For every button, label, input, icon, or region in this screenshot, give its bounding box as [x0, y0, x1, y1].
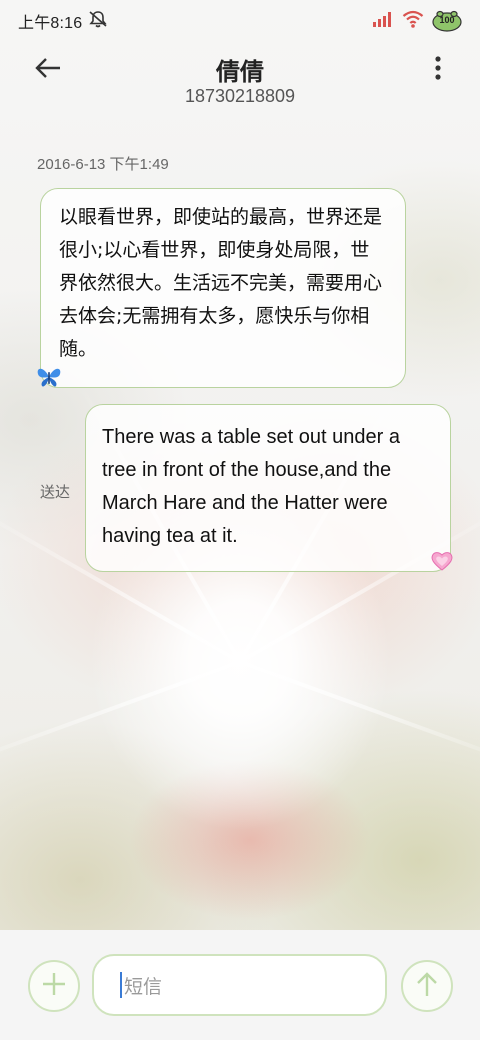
delivery-status: 送达 — [40, 483, 71, 501]
more-options-button[interactable] — [426, 54, 450, 86]
plus-icon — [41, 971, 67, 1001]
incoming-message-text: 以眼看世界，即使站的最高，世界还是很小;以心看世界，即使身处局限，世界依然很大。… — [59, 206, 383, 360]
more-vertical-icon — [434, 56, 442, 84]
conversation-header: 倩倩 18730218809 — [0, 42, 480, 122]
butterfly-icon — [36, 366, 62, 388]
light-ray — [0, 660, 241, 774]
contact-phone-number: 18730218809 — [184, 86, 296, 106]
outgoing-message-text: There was a table set out under a tree i… — [102, 426, 400, 547]
signal-icon — [372, 11, 394, 31]
contact-name: 倩倩 — [216, 58, 264, 86]
sms-input-placeholder: 短信 — [124, 975, 163, 998]
status-bar: 上午8:16 100 — [0, 0, 480, 42]
incoming-message-bubble[interactable]: 以眼看世界，即使站的最高，世界还是很小;以心看世界，即使身处局限，世界依然很大。… — [40, 188, 406, 388]
mute-icon — [88, 10, 108, 32]
battery-icon: 100 — [432, 10, 462, 32]
arrow-up-icon — [414, 970, 440, 1002]
light-ray — [239, 660, 480, 774]
wifi-icon — [402, 10, 424, 32]
battery-level: 100 — [439, 15, 455, 25]
status-time: 上午8:16 — [18, 15, 83, 32]
outgoing-message-bubble[interactable]: There was a table set out under a tree i… — [85, 404, 451, 572]
text-cursor — [120, 972, 122, 998]
heart-icon — [430, 550, 454, 572]
message-timestamp: 2016-6-13 下午1:49 — [37, 156, 169, 173]
add-attachment-button[interactable] — [28, 960, 80, 1012]
sms-input-field[interactable]: 短信 — [92, 954, 387, 1016]
compose-bar: 短信 — [0, 930, 480, 1040]
send-button[interactable] — [401, 960, 453, 1012]
